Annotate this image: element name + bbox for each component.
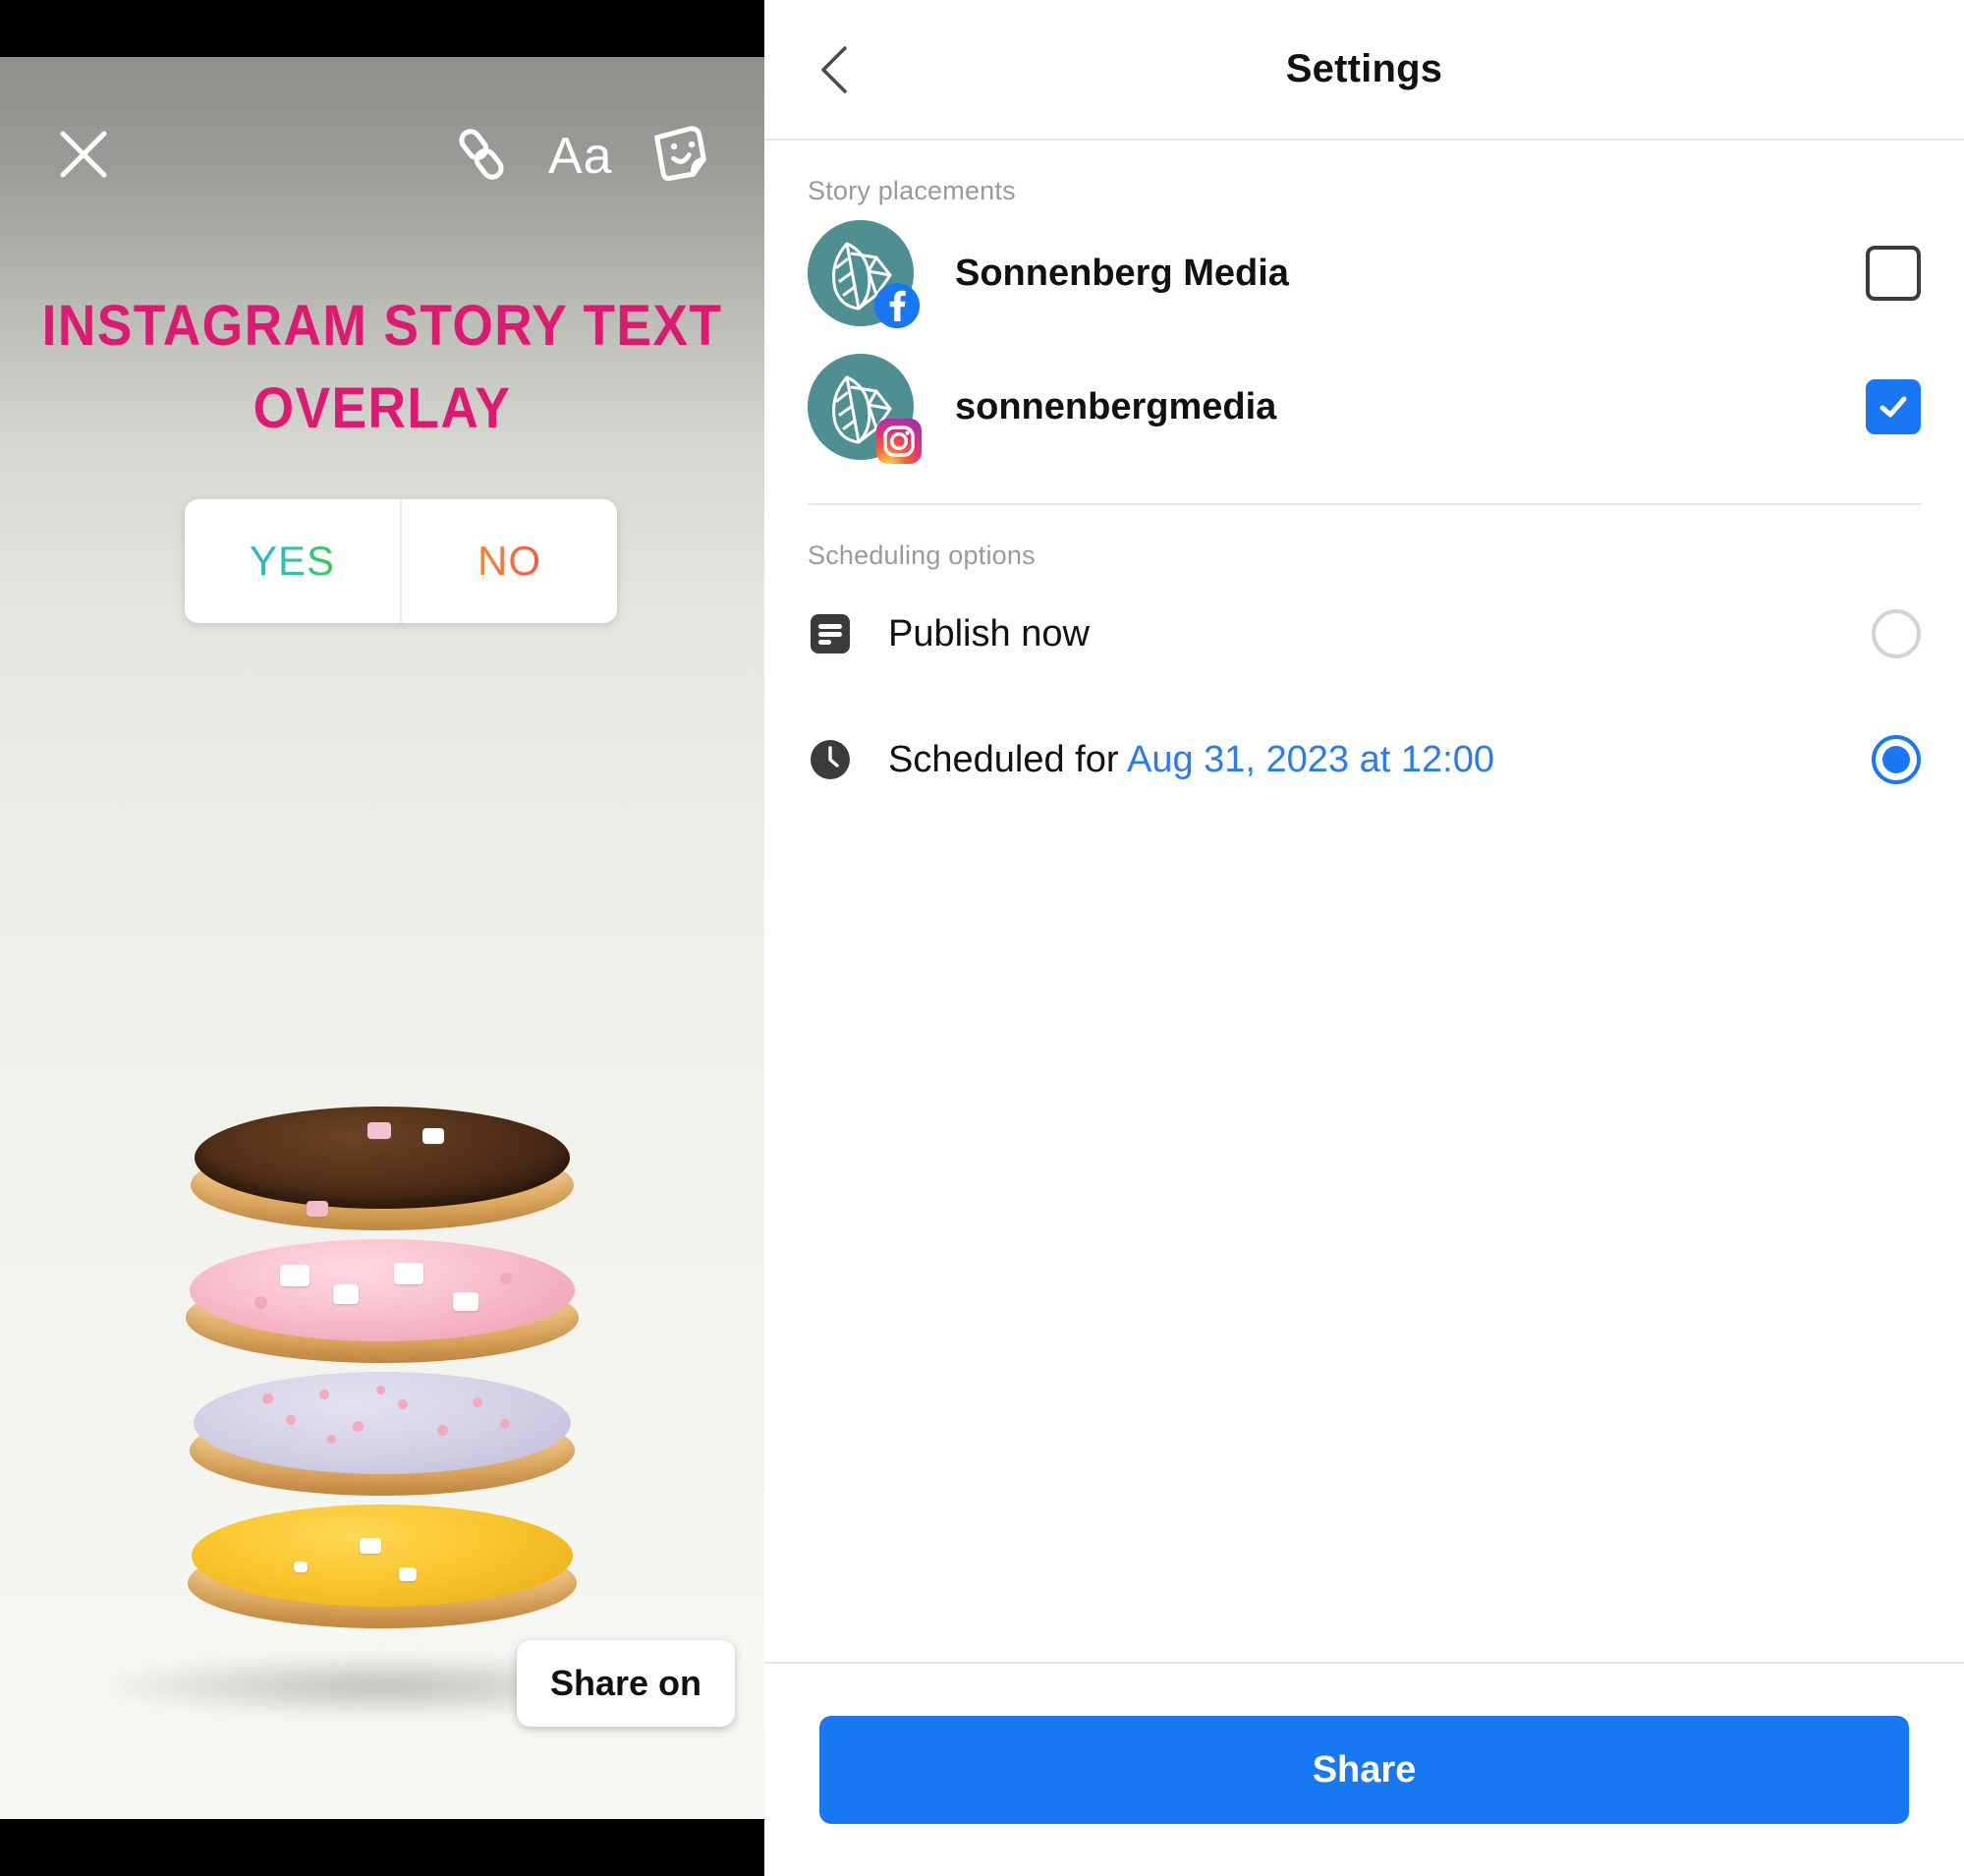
story-top-black-bar xyxy=(0,0,764,57)
scheduled-for-text: Scheduled for xyxy=(888,738,1127,780)
donut-yellow xyxy=(188,1505,577,1644)
avatar xyxy=(808,220,920,328)
poll-yes-label: YES xyxy=(249,538,336,584)
scheduling-options-label: Scheduling options xyxy=(808,540,1036,570)
share-button[interactable]: Share xyxy=(819,1716,1909,1824)
scheduling-label-scheduled: Scheduled for Aug 31, 2023 at 12:00 xyxy=(853,739,1872,781)
facebook-badge-icon xyxy=(874,283,920,328)
scheduling-radio-publish-now[interactable] xyxy=(1872,609,1921,658)
share-on-button[interactable]: Share on xyxy=(516,1640,735,1727)
scheduling-label-publish-now: Publish now xyxy=(888,612,1090,654)
scheduling-row-scheduled[interactable]: Scheduled for Aug 31, 2023 at 12:00 xyxy=(808,697,1921,823)
story-editor-panel: Aa Instagram Story Text Overlay xyxy=(0,0,764,1876)
check-icon xyxy=(1880,396,1907,418)
link-icon[interactable] xyxy=(447,120,516,194)
story-toolbar: Aa xyxy=(0,120,764,199)
chevron-left-icon[interactable] xyxy=(802,34,872,105)
settings-body: Story placements Sonnenberg Media sonnen… xyxy=(764,141,1964,1662)
close-x-icon[interactable] xyxy=(49,120,118,194)
story-headline-text[interactable]: Instagram Story Text Overlay xyxy=(30,285,734,450)
story-bottom-black-bar xyxy=(0,1819,764,1876)
poll-option-yes[interactable]: YES xyxy=(185,499,400,623)
page-title: Settings xyxy=(1285,47,1443,90)
publish-now-icon xyxy=(808,611,853,656)
placement-row-instagram[interactable]: sonnenbergmedia xyxy=(808,340,1921,474)
sticker-icon[interactable] xyxy=(646,120,715,194)
poll-no-label: NO xyxy=(477,538,541,584)
text-icon[interactable]: Aa xyxy=(548,122,613,191)
placement-row-facebook[interactable]: Sonnenberg Media xyxy=(808,206,1921,340)
placement-checkbox-facebook[interactable] xyxy=(1866,246,1921,301)
settings-panel: Settings Story placements Sonnenberg Med… xyxy=(764,0,1964,1876)
settings-header: Settings xyxy=(764,0,1964,141)
screenshot-root: Aa Instagram Story Text Overlay xyxy=(0,0,1964,1876)
placement-name: sonnenbergmedia xyxy=(955,385,1277,427)
placement-checkbox-instagram[interactable] xyxy=(1866,379,1921,434)
clock-icon xyxy=(808,737,853,782)
settings-footer: Share xyxy=(764,1662,1964,1876)
donut-lilac xyxy=(190,1372,575,1509)
donut-pink xyxy=(186,1239,579,1377)
poll-sticker[interactable]: YES NO xyxy=(185,499,617,623)
story-placements-label: Story placements xyxy=(808,176,1016,205)
donut-chocolate xyxy=(191,1107,574,1244)
scheduling-list: Publish now Scheduled for Aug 31, 2023 a… xyxy=(764,571,1964,823)
scheduling-row-publish-now[interactable]: Publish now xyxy=(808,571,1921,697)
scheduling-radio-scheduled[interactable] xyxy=(1872,735,1921,784)
instagram-badge-icon xyxy=(876,419,922,464)
scheduled-datetime[interactable]: Aug 31, 2023 at 12:00 xyxy=(1127,739,1494,780)
placement-list: Sonnenberg Media sonnenbergmedia xyxy=(764,206,1964,474)
story-canvas: Aa Instagram Story Text Overlay xyxy=(0,57,764,1819)
poll-option-no[interactable]: NO xyxy=(400,499,617,623)
avatar xyxy=(808,354,922,464)
placement-name: Sonnenberg Media xyxy=(955,252,1289,294)
